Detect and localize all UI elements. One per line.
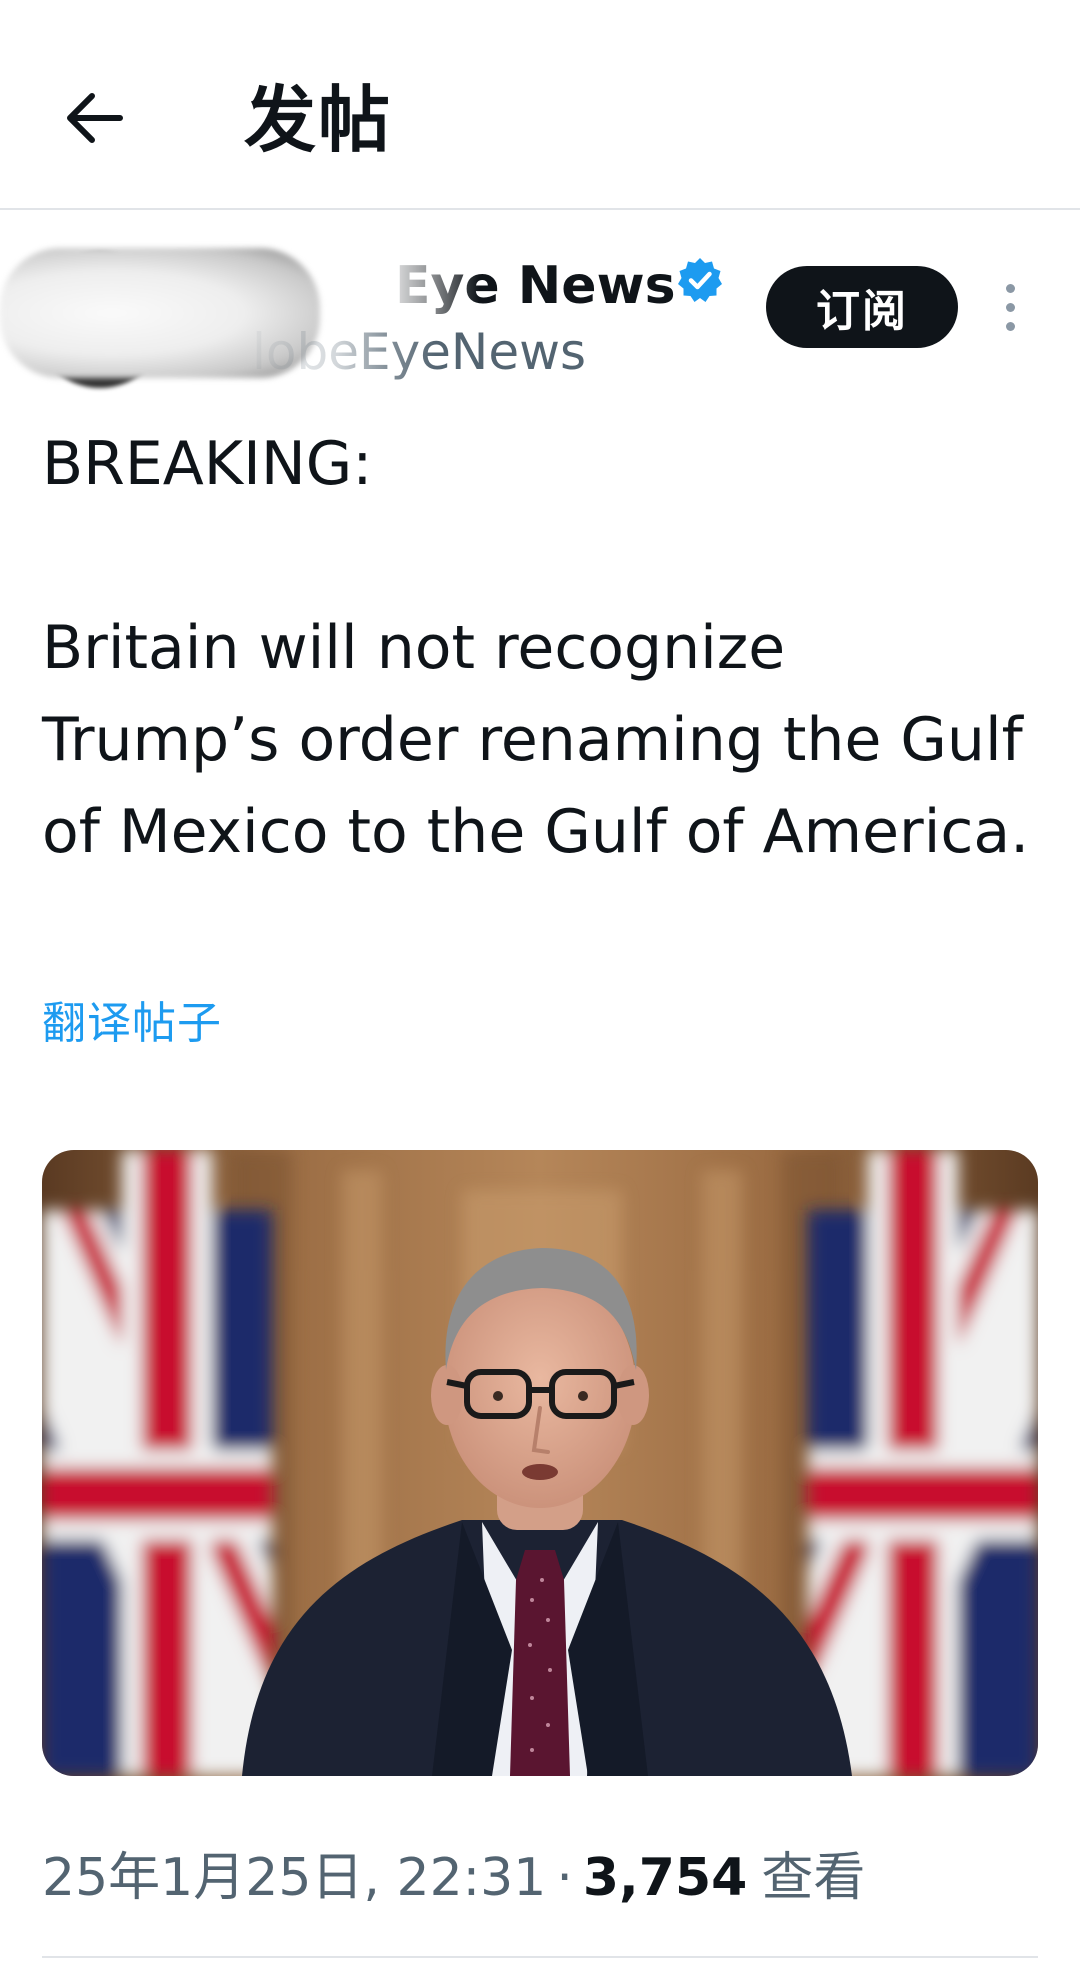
back-button[interactable]: [58, 82, 130, 154]
more-vertical-icon-dot: [1005, 302, 1015, 312]
meta-separator: ·: [556, 1848, 573, 1908]
post-datetime[interactable]: 25年1月25日, 22:31: [42, 1848, 546, 1908]
page-title: 发帖: [244, 78, 393, 162]
press-conference-photo: [42, 1150, 1038, 1776]
post-meta: 25年1月25日, 22:31 · 3,754 查看: [42, 1846, 865, 1910]
display-name[interactable]: Eye News: [395, 254, 676, 318]
user-handle[interactable]: lobeEyeNews: [252, 322, 586, 382]
translate-post-link[interactable]: 翻译帖子: [42, 996, 222, 1052]
verified-badge-icon: [678, 258, 722, 302]
divider: [42, 1956, 1038, 1958]
more-vertical-icon-dot: [1005, 321, 1015, 331]
subscribe-button[interactable]: 订阅: [766, 266, 958, 348]
top-bar: 发帖: [0, 0, 1080, 210]
views-label: 查看: [761, 1848, 866, 1908]
post-author: Eye News lobeEyeNews 订阅: [0, 238, 1080, 398]
post-text: BREAKING: Britain will not recognize Tru…: [42, 429, 1030, 867]
more-vertical-icon: [1005, 283, 1015, 293]
views-count: 3,754: [582, 1848, 748, 1908]
arrow-left-icon: [67, 93, 123, 143]
more-options-button[interactable]: [986, 268, 1034, 346]
post-media-image[interactable]: [42, 1150, 1038, 1776]
